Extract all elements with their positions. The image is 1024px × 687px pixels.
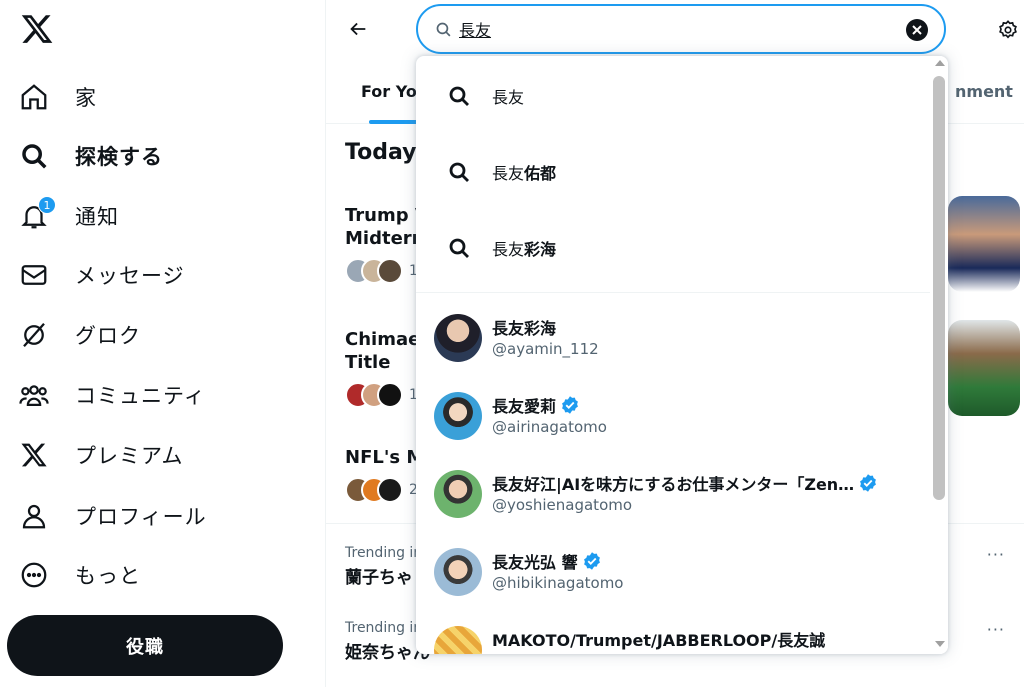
search-icon: [446, 235, 472, 261]
search-suggestions-dropdown: 長友 長友佑都 長友彩海 長友彩海 @ayamin_112 長友愛莉 @airi…: [416, 56, 948, 654]
query-text: 長友彩海: [492, 236, 556, 260]
user-name: MAKOTO/Trumpet/JABBERLOOP/長友誠: [492, 627, 825, 651]
search-icon: [18, 140, 50, 172]
nav-premium[interactable]: プレミアム: [18, 433, 184, 477]
verified-badge-icon: [858, 473, 878, 493]
search-icon: [446, 159, 472, 185]
scrollbar[interactable]: [930, 56, 948, 654]
query-suffix: 佑都: [524, 164, 557, 183]
user-name-text: MAKOTO/Trumpet/JABBERLOOP/長友誠: [492, 631, 826, 650]
people-icon: [18, 379, 50, 411]
query-prefix: 長友: [492, 240, 525, 259]
section-title: Today: [345, 140, 417, 165]
more-options-icon[interactable]: ···: [987, 545, 1005, 564]
divider: [416, 292, 932, 293]
user-name: 長友愛莉: [492, 393, 580, 417]
tab-entertainment[interactable]: nment: [955, 58, 1013, 124]
clear-search-button[interactable]: [906, 19, 928, 41]
user-suggestion[interactable]: MAKOTO/Trumpet/JABBERLOOP/長友誠: [416, 610, 932, 654]
nav-premium-label: プレミアム: [75, 444, 184, 468]
tab-entertainment-label: nment: [955, 81, 1013, 101]
story-thumbnail[interactable]: [948, 320, 1020, 416]
nav-grok[interactable]: グロク: [18, 313, 141, 357]
user-handle: @yoshienagatomo: [492, 496, 633, 514]
user-handle: @hibikinagatomo: [492, 574, 624, 592]
nav-explore-label: 探検する: [75, 145, 163, 169]
user-suggestion[interactable]: 長友光弘 響 @hibikinagatomo: [416, 532, 932, 610]
avatar: [434, 626, 482, 654]
bell-icon: 1: [18, 196, 56, 232]
verified-badge-icon: [560, 395, 580, 415]
query-prefix: 長友: [492, 88, 525, 107]
user-suggestion[interactable]: 長友愛莉 @airinagatomo: [416, 376, 932, 454]
avatar: [377, 258, 403, 284]
story-thumbnail[interactable]: [948, 196, 1020, 292]
nav-home-label: 家: [75, 86, 97, 110]
user-name-text: 長友光弘 響: [492, 553, 578, 572]
more-circle-icon: [18, 559, 50, 591]
user-suggestion[interactable]: 長友彩海 @ayamin_112: [416, 298, 932, 376]
user-handle: @airinagatomo: [492, 418, 607, 436]
notification-badge: 1: [38, 196, 56, 214]
user-name-text: 長友好江|AIを味方にするお仕事メンター「Zen…: [492, 475, 855, 494]
nav-more[interactable]: もっと: [18, 553, 141, 597]
user-handle: @ayamin_112: [492, 340, 599, 358]
nav-profile-label: プロフィール: [75, 505, 207, 529]
verified-badge-icon: [582, 551, 602, 571]
query-suggestion[interactable]: 長友: [416, 58, 932, 134]
post-button[interactable]: 役職: [7, 615, 283, 676]
user-name-text: 長友愛莉: [492, 397, 557, 416]
avatar: [434, 548, 482, 596]
person-icon: [18, 500, 50, 532]
search-icon: [433, 19, 453, 39]
envelope-icon: [18, 259, 50, 291]
nav-messages[interactable]: メッセージ: [18, 253, 185, 297]
query-suggestion[interactable]: 長友佑都: [416, 134, 932, 210]
query-text: 長友佑都: [492, 160, 556, 184]
grok-icon: [18, 319, 50, 351]
search-input[interactable]: [459, 19, 879, 39]
nav-notifications-label: 通知: [75, 205, 119, 229]
nav-notifications[interactable]: 1 通知: [18, 194, 119, 238]
user-name-text: 長友彩海: [492, 319, 557, 338]
scroll-thumb[interactable]: [933, 76, 945, 500]
x-logo-icon: [18, 439, 50, 471]
user-name: 長友彩海: [492, 315, 556, 339]
query-text: 長友: [492, 84, 524, 108]
nav-profile[interactable]: プロフィール: [18, 494, 207, 538]
home-icon: [18, 81, 50, 113]
nav-grok-label: グロク: [75, 324, 141, 348]
query-suffix: 彩海: [524, 240, 557, 259]
sidebar: 家 探検する 1 通知 メッセージ グロク コミュニティ プレミアム プロフィー…: [0, 0, 325, 687]
search-icon: [446, 83, 472, 109]
back-arrow-icon[interactable]: [343, 14, 373, 44]
avatar: [377, 382, 403, 408]
user-name: 長友好江|AIを味方にするお仕事メンター「Zen…: [492, 471, 878, 495]
avatar: [377, 477, 403, 503]
scroll-down-arrow-icon[interactable]: [935, 641, 945, 647]
search-box: [416, 4, 946, 54]
avatar: [434, 470, 482, 518]
gear-icon[interactable]: [994, 16, 1022, 44]
user-suggestion[interactable]: 長友好江|AIを味方にするお仕事メンター「Zen… @yoshienagatom…: [416, 454, 932, 532]
nav-communities-label: コミュニティ: [75, 384, 206, 408]
nav-communities[interactable]: コミュニティ: [18, 373, 206, 417]
scroll-up-arrow-icon[interactable]: [935, 60, 945, 66]
nav-messages-label: メッセージ: [75, 264, 185, 288]
query-suggestion[interactable]: 長友彩海: [416, 210, 932, 286]
avatar: [434, 314, 482, 362]
query-prefix: 長友: [492, 164, 525, 183]
avatar: [434, 392, 482, 440]
more-options-icon[interactable]: ···: [987, 620, 1005, 639]
nav-explore[interactable]: 探検する: [18, 134, 163, 178]
nav-more-label: もっと: [75, 564, 141, 588]
nav-home[interactable]: 家: [18, 75, 97, 119]
x-logo-icon[interactable]: [20, 12, 54, 46]
user-name: 長友光弘 響: [492, 549, 602, 573]
